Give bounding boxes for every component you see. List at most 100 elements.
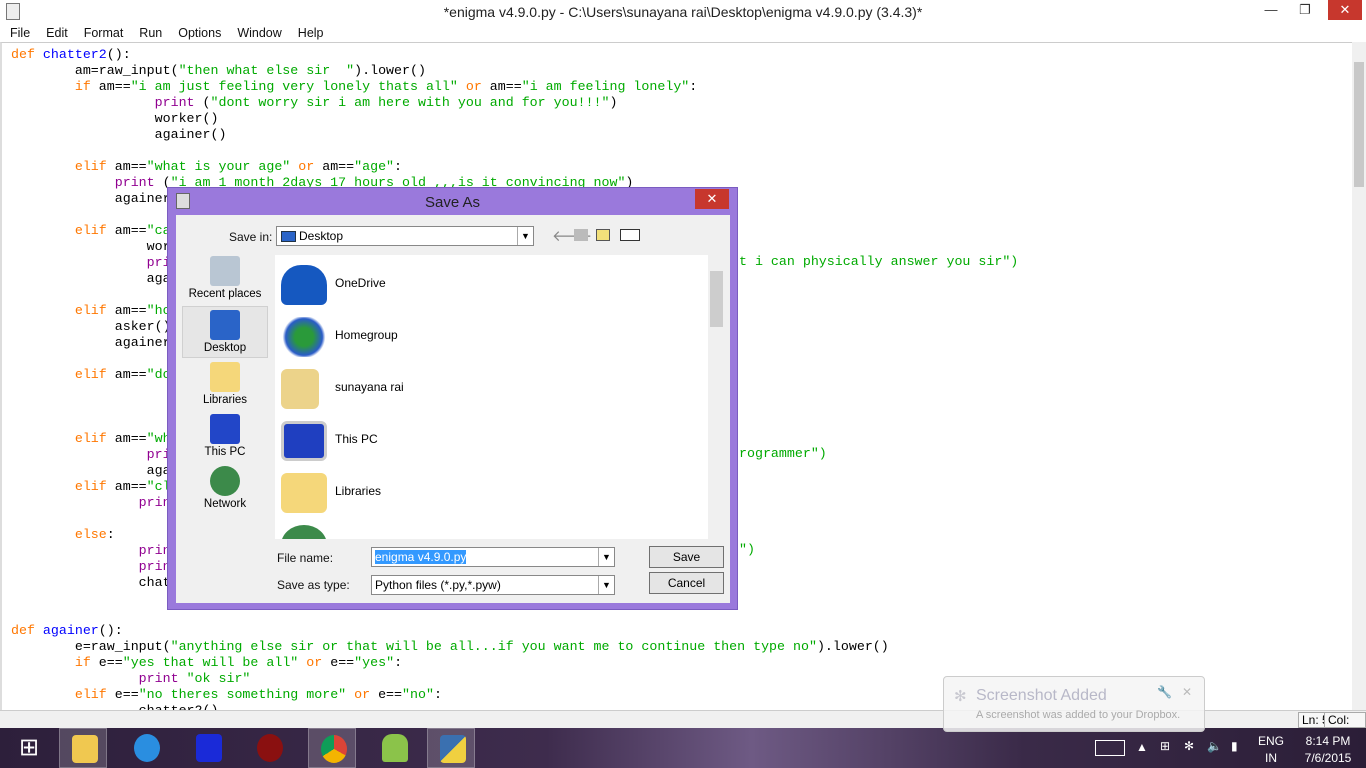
code-fragment: t i can physically answer you sir") [739,254,1019,269]
code-token: "then what else sir " [178,63,355,78]
dropbox-notification[interactable]: ✻ Screenshot Added A screenshot was adde… [943,676,1205,732]
code-token: "i am feeling lonely" [521,79,690,94]
network-icon [281,525,327,539]
menu-file[interactable]: File [0,24,36,42]
editor-scrollbar[interactable] [1352,42,1366,710]
code-token: "no theres something more" [138,687,347,702]
place-recent-places[interactable]: Recent places [182,253,268,305]
code-token: print [11,559,179,574]
taskbar-file-explorer[interactable] [59,728,107,768]
close-icon[interactable]: ✕ [1182,685,1192,699]
code-token: "anything else sir or that will be all..… [170,639,817,654]
new-folder-icon[interactable] [596,229,610,241]
computer-icon [281,421,327,461]
code-token: def [11,47,43,62]
code-token: : [433,687,442,702]
taskbar-internet-explorer[interactable] [122,728,170,768]
file-item-onedrive[interactable]: OneDrive [281,259,681,311]
menu-run[interactable]: Run [129,24,168,42]
menu-help[interactable]: Help [288,24,330,42]
start-button[interactable]: ⊞ [4,728,52,768]
cancel-button[interactable]: Cancel [649,572,724,594]
taskbar-chrome[interactable] [308,728,356,768]
save-type-dropdown[interactable]: Python files (*.py,*.pyw) ▼ [371,575,615,595]
code-token: or [457,79,490,94]
maximize-button[interactable]: ❐ [1288,0,1322,20]
file-list[interactable]: OneDrive Homegroup sunayana rai This PC … [275,255,725,539]
place-label: Libraries [202,394,248,406]
code-token: : [394,159,403,174]
place-desktop[interactable]: Desktop [182,306,268,358]
network-status-icon[interactable]: ▮ [1231,739,1238,753]
file-item-this-pc[interactable]: This PC [281,415,681,467]
file-name-label: File name: [277,551,334,565]
network-icon [210,466,240,496]
code-token: elif [11,479,115,494]
clock[interactable]: 8:14 PM 7/6/2015 [1300,734,1356,765]
place-this-pc[interactable]: This PC [182,411,268,463]
code-token: am== [114,367,147,382]
chevron-down-icon[interactable]: ▼ [517,227,533,245]
code-token: "ok sir" [186,671,251,686]
code-token: a [11,399,179,414]
dialog-close-button[interactable]: ✕ [695,189,729,209]
code-token: wor [11,239,171,254]
action-center-icon[interactable]: ⊞ [1160,739,1170,753]
time: 8:14 PM [1305,734,1351,748]
save-type-label: Save as type: [277,578,350,592]
save-in-dropdown[interactable]: Desktop ▼ [276,226,534,246]
save-button[interactable]: Save [649,546,724,568]
libraries-icon [210,362,240,392]
taskbar-python-idle[interactable] [427,728,475,768]
code-token: elif [11,159,115,174]
file-item-user[interactable]: sunayana rai [281,363,681,415]
code-line: againer() [11,127,227,143]
place-libraries[interactable]: Libraries [182,359,268,411]
scroll-thumb[interactable] [710,271,723,327]
code-token: aga [11,271,171,286]
file-item-network[interactable] [281,519,681,539]
file-name-input[interactable]: enigma v4.9.0.py ▼ [371,547,615,567]
code-token: "dont worry sir i am here with you and f… [210,95,610,110]
code-line: e=raw_input("anything else sir or that w… [11,639,889,655]
menu-options[interactable]: Options [168,24,227,42]
desktop-icon [210,310,240,340]
code-line: wor [11,239,171,255]
dropbox-icon[interactable]: ✻ [1184,739,1194,753]
view-menu-icon[interactable] [620,229,640,241]
recent-places-icon [210,256,240,286]
place-network[interactable]: Network [182,463,268,515]
menu-format[interactable]: Format [74,24,130,42]
code-line: if e=="yes that will be all" or e=="yes"… [11,655,402,671]
user-folder-icon [281,369,319,409]
up-folder-icon[interactable] [574,229,588,241]
code-token: am== [114,159,147,174]
file-item-homegroup[interactable]: Homegroup [281,311,681,363]
chevron-down-icon[interactable]: ▼ [598,576,614,594]
language-indicator[interactable]: ENG IN [1258,734,1284,765]
code-line: elif am=="ca [11,223,171,239]
code-token: againer [42,623,99,638]
code-token: or [298,655,331,670]
code-token: or [290,159,323,174]
close-button[interactable]: ✕ [1328,0,1362,20]
file-item-libraries[interactable]: Libraries [281,467,681,519]
volume-icon[interactable]: 🔈 [1207,739,1222,753]
code-token: (): [106,47,131,62]
chevron-down-icon[interactable]: ▼ [598,548,614,566]
minimize-button[interactable]: — [1254,0,1288,20]
code-token: elif [11,223,115,238]
region: IN [1265,751,1277,765]
touch-keyboard-icon[interactable] [1095,740,1125,756]
file-list-scrollbar[interactable] [708,255,725,539]
taskbar-android[interactable] [370,728,418,768]
settings-icon[interactable]: 🔧 [1157,685,1172,699]
show-hidden-icons[interactable]: ▲ [1136,740,1148,754]
scroll-thumb[interactable] [1354,62,1364,187]
desktop-icon [281,231,296,242]
menu-edit[interactable]: Edit [36,24,74,42]
taskbar-spiderman[interactable] [245,728,293,768]
code-line: def chatter2(): [11,47,131,63]
menu-window[interactable]: Window [227,24,287,42]
taskbar-isis[interactable] [184,728,232,768]
